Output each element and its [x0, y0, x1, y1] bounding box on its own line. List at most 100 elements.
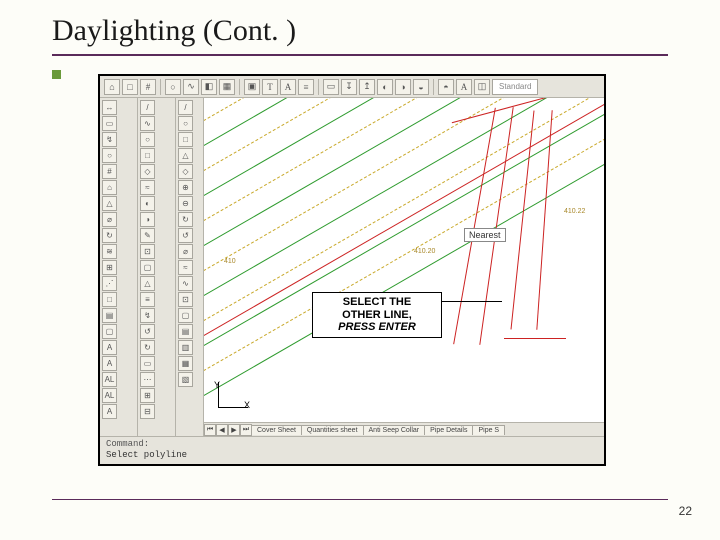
tool-button[interactable]: ⌂ — [102, 180, 117, 195]
tool-button[interactable]: ▭ — [140, 356, 155, 371]
toolbar-separator — [160, 79, 161, 95]
tool-button[interactable]: ∿ — [178, 276, 193, 291]
tool-button[interactable]: ⊡ — [140, 244, 155, 259]
tool-button[interactable]: ▢ — [178, 308, 193, 323]
slide-title: Daylighting (Cont. ) — [52, 14, 668, 48]
tool-button[interactable]: ▥ — [178, 340, 193, 355]
toolbar-button[interactable]: ◒ — [413, 79, 429, 95]
tool-palette-1: ↔ ▭ ↯ ○ # ⌂ △ ⌀ ↻ ≋ ⊞ ⋰ □ ▤ ▢ A A AL AL … — [100, 98, 138, 438]
layout-tab[interactable]: Pipe Details — [424, 425, 473, 435]
style-selector[interactable]: Standard — [492, 79, 538, 95]
command-label: Command: — [106, 439, 149, 449]
toolbar-button[interactable]: ↥ — [359, 79, 375, 95]
layout-tab[interactable]: Pipe S — [472, 425, 505, 435]
tool-button[interactable]: ⋯ — [140, 372, 155, 387]
tool-button[interactable]: ▤ — [102, 308, 117, 323]
tool-button[interactable]: ⋰ — [102, 276, 117, 291]
toolbar-button[interactable]: ↧ — [341, 79, 357, 95]
tool-button[interactable]: □ — [102, 292, 117, 307]
tool-button[interactable]: ↻ — [140, 340, 155, 355]
command-value: Select polyline — [106, 450, 598, 461]
tool-button[interactable]: ◐ — [140, 196, 155, 211]
drawing-canvas[interactable]: 410 410.20 410.22 Nearest SELECT THE OTH… — [204, 98, 604, 422]
tool-button[interactable]: △ — [178, 148, 193, 163]
toolbar-button[interactable]: ◑ — [395, 79, 411, 95]
tool-button[interactable]: ⌀ — [178, 244, 193, 259]
tab-nav-prev[interactable]: ◀ — [216, 424, 228, 436]
tool-button[interactable]: ⊟ — [140, 404, 155, 419]
tool-button[interactable]: ↯ — [140, 308, 155, 323]
tool-button[interactable]: ↔ — [102, 100, 117, 115]
tool-button[interactable]: ⊞ — [102, 260, 117, 275]
tool-button[interactable]: ○ — [178, 116, 193, 131]
layout-tab[interactable]: Cover Sheet — [251, 425, 302, 435]
toolbar-button[interactable]: ◐ — [377, 79, 393, 95]
tool-button[interactable]: ∿ — [140, 116, 155, 131]
contour-lines — [204, 98, 604, 422]
toolbar-button[interactable]: ▦ — [219, 79, 235, 95]
toolbar-separator — [239, 79, 240, 95]
tool-button[interactable]: ▦ — [178, 356, 193, 371]
tool-button[interactable]: ◑ — [140, 212, 155, 227]
tool-button[interactable]: ▭ — [102, 116, 117, 131]
toolbar-button[interactable]: ○ — [165, 79, 181, 95]
ucs-y-axis-icon — [218, 382, 219, 408]
tool-button[interactable]: ↻ — [102, 228, 117, 243]
tool-palette-2: / ∿ ○ □ ◇ ≈ ◐ ◑ ✎ ⊡ ▢ △ ≡ ↯ ↺ ↻ ▭ ⋯ ⊞ ⊟ — [138, 98, 176, 438]
tool-button[interactable]: AL — [102, 372, 117, 387]
tool-button[interactable]: / — [140, 100, 155, 115]
tool-button[interactable]: AL — [102, 388, 117, 403]
tool-button[interactable]: ▧ — [178, 372, 193, 387]
tool-button[interactable]: ⊕ — [178, 180, 193, 195]
toolbar-button[interactable]: ≡ — [298, 79, 314, 95]
tool-button[interactable]: ≡ — [140, 292, 155, 307]
toolbar-button[interactable]: □ — [122, 79, 138, 95]
tool-button[interactable]: ◇ — [140, 164, 155, 179]
layout-tab[interactable]: Quantities sheet — [301, 425, 364, 435]
toolbar-button[interactable]: ◫ — [474, 79, 490, 95]
layout-tab[interactable]: Anti Seep Collar — [363, 425, 426, 435]
tool-button[interactable]: ↺ — [178, 228, 193, 243]
bullet-icon — [52, 70, 61, 79]
tool-button[interactable]: ≋ — [102, 244, 117, 259]
toolbar-button[interactable]: ∿ — [183, 79, 199, 95]
tool-button[interactable]: ↻ — [178, 212, 193, 227]
tool-button[interactable]: # — [102, 164, 117, 179]
tool-button[interactable]: ▤ — [178, 324, 193, 339]
tool-button[interactable]: □ — [140, 148, 155, 163]
tool-button[interactable]: A — [102, 404, 117, 419]
tool-button[interactable]: ▢ — [140, 260, 155, 275]
toolbar-button[interactable]: A — [456, 79, 472, 95]
tool-button[interactable]: A — [102, 356, 117, 371]
tool-button[interactable]: ○ — [140, 132, 155, 147]
tool-button[interactable]: ◇ — [178, 164, 193, 179]
toolbar-button[interactable]: ◧ — [201, 79, 217, 95]
tool-button[interactable]: ⊡ — [178, 292, 193, 307]
toolbar-button[interactable]: ▭ — [323, 79, 339, 95]
toolbar-button[interactable]: ⌂ — [104, 79, 120, 95]
command-bar[interactable]: Command: Select polyline — [100, 436, 604, 464]
tab-nav-first[interactable]: ⏮ — [204, 424, 216, 436]
toolbar-button[interactable]: ▣ — [244, 79, 260, 95]
tool-button[interactable]: ⊞ — [140, 388, 155, 403]
tool-button[interactable]: ▢ — [102, 324, 117, 339]
toolbar-button[interactable]: A — [280, 79, 296, 95]
tool-button[interactable]: A — [102, 340, 117, 355]
tool-button[interactable]: ⌀ — [102, 212, 117, 227]
tool-button[interactable]: ≈ — [178, 260, 193, 275]
tool-button[interactable]: △ — [102, 196, 117, 211]
toolbar-button[interactable]: # — [140, 79, 156, 95]
tool-button[interactable]: ≈ — [140, 180, 155, 195]
tool-button[interactable]: ○ — [102, 148, 117, 163]
tool-button[interactable]: ⊖ — [178, 196, 193, 211]
tool-button[interactable]: ↯ — [102, 132, 117, 147]
toolbar-button[interactable]: ◓ — [438, 79, 454, 95]
tool-button[interactable]: △ — [140, 276, 155, 291]
toolbar-button[interactable]: T — [262, 79, 278, 95]
cad-screenshot: ⌂ □ # ○ ∿ ◧ ▦ ▣ T A ≡ ▭ ↧ ↥ ◐ ◑ ◒ ◓ A ◫ … — [98, 74, 606, 466]
tab-nav-next[interactable]: ▶ — [228, 424, 240, 436]
tool-button[interactable]: □ — [178, 132, 193, 147]
tool-button[interactable]: / — [178, 100, 193, 115]
tool-button[interactable]: ✎ — [140, 228, 155, 243]
tool-button[interactable]: ↺ — [140, 324, 155, 339]
